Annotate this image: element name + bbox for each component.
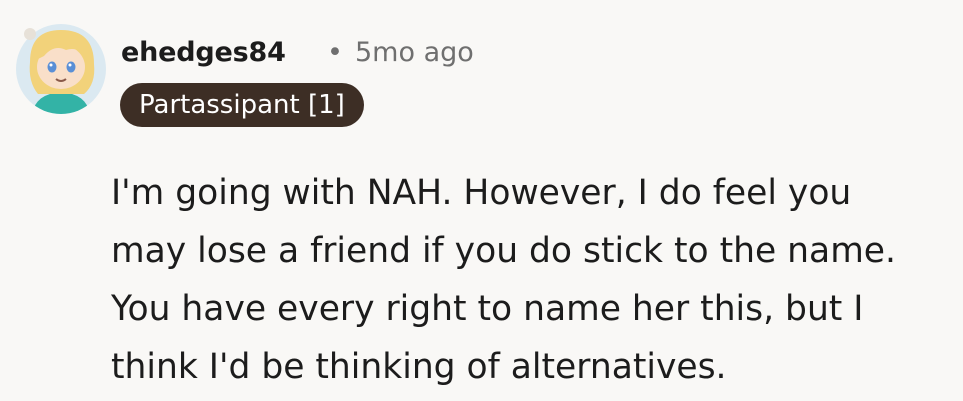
username-link[interactable]: ehedges84 (121, 36, 286, 70)
comment-body-line: I'm going with NAH. However, I do feel y… (111, 173, 852, 213)
user-avatar-icon[interactable] (14, 22, 108, 116)
user-flair-badge: Partassipant [1] (120, 83, 364, 127)
comment-body-line: may lose a friend if you do stick to the… (111, 231, 896, 271)
meta-separator: • (327, 37, 343, 68)
comment-body: I'm going with NAH. However, I do feel y… (111, 164, 956, 396)
comment: ehedges84 • 5mo ago Partassipant [1] I'm… (0, 0, 963, 401)
comment-timestamp[interactable]: 5mo ago (355, 36, 474, 70)
comment-body-line: think I'd be thinking of alternatives. (111, 347, 727, 387)
comment-body-line: You have every right to name her this, b… (111, 289, 864, 329)
